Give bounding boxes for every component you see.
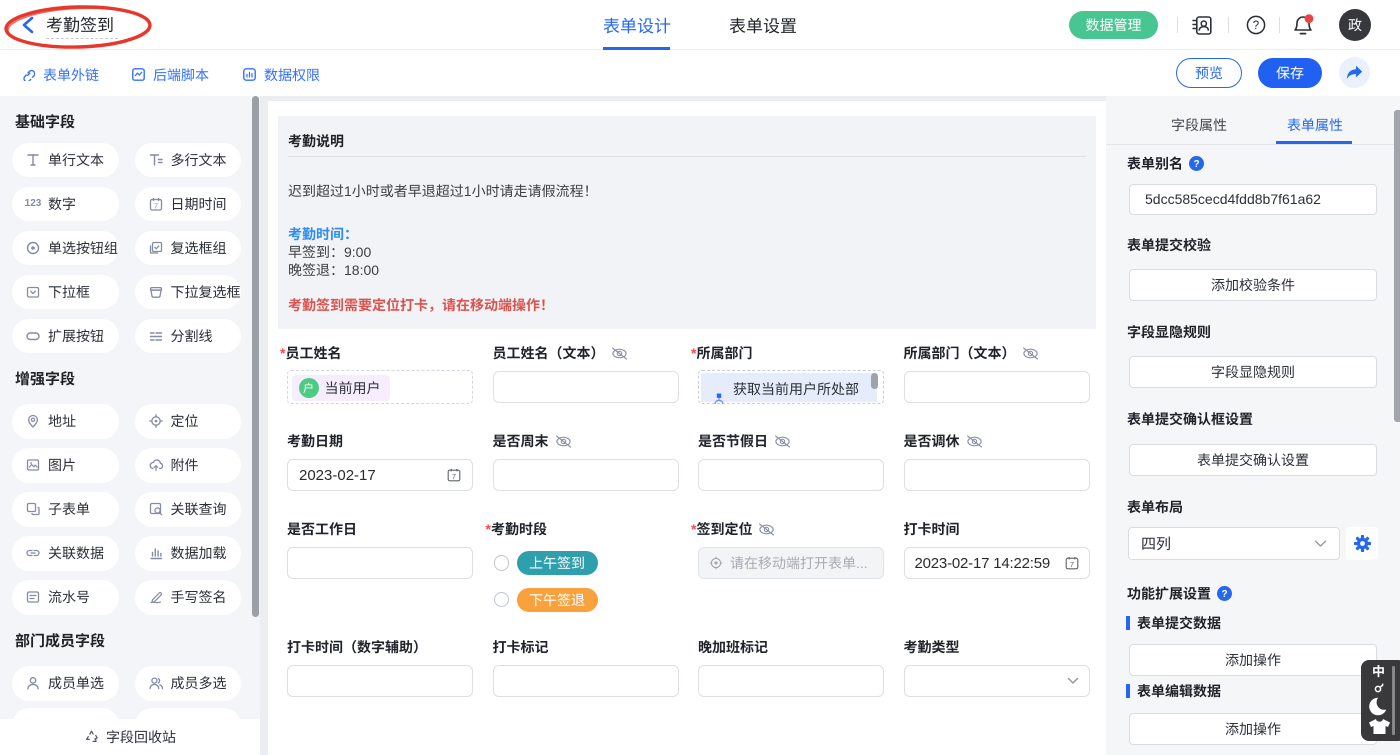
svg-text:?: ? (1221, 589, 1227, 600)
svg-text:?: ? (1253, 20, 1259, 32)
svg-text:?: ? (1193, 159, 1199, 170)
svg-text:7: 7 (154, 203, 158, 210)
svg-text:7: 7 (452, 472, 456, 481)
svg-text:7: 7 (1069, 560, 1073, 569)
